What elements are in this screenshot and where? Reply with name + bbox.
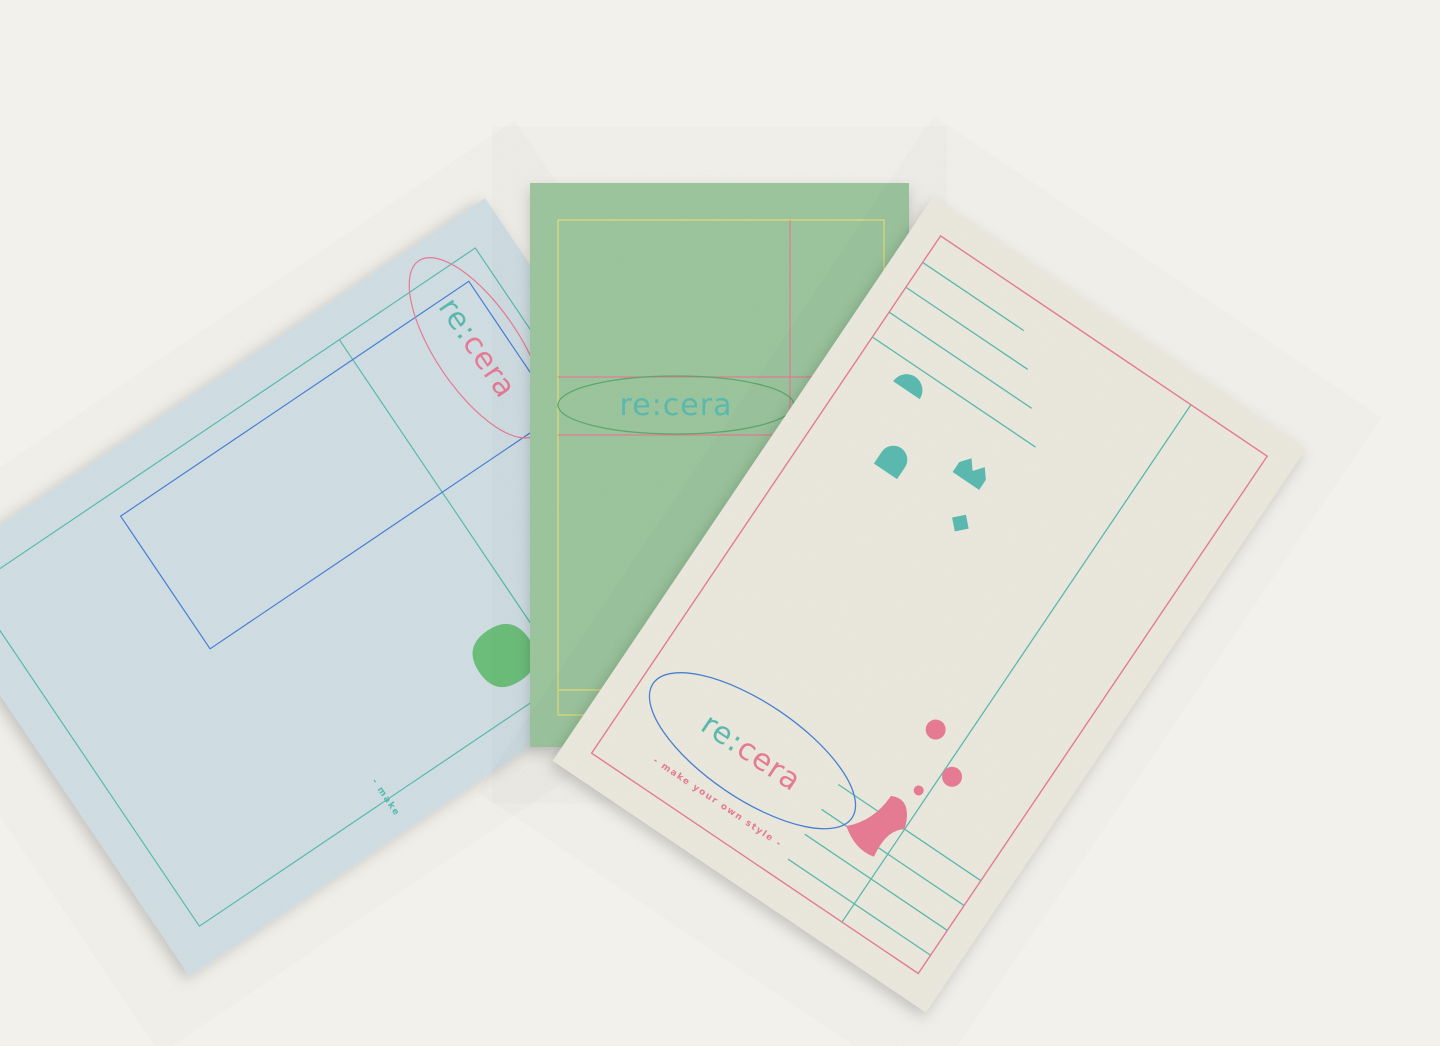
logo-prefix: re:: [620, 388, 663, 423]
postcards-scene: re:cera - make re:cera - make: [0, 0, 1440, 1046]
logo-suffix: cera: [663, 388, 733, 423]
logo: re:cera: [620, 388, 733, 423]
